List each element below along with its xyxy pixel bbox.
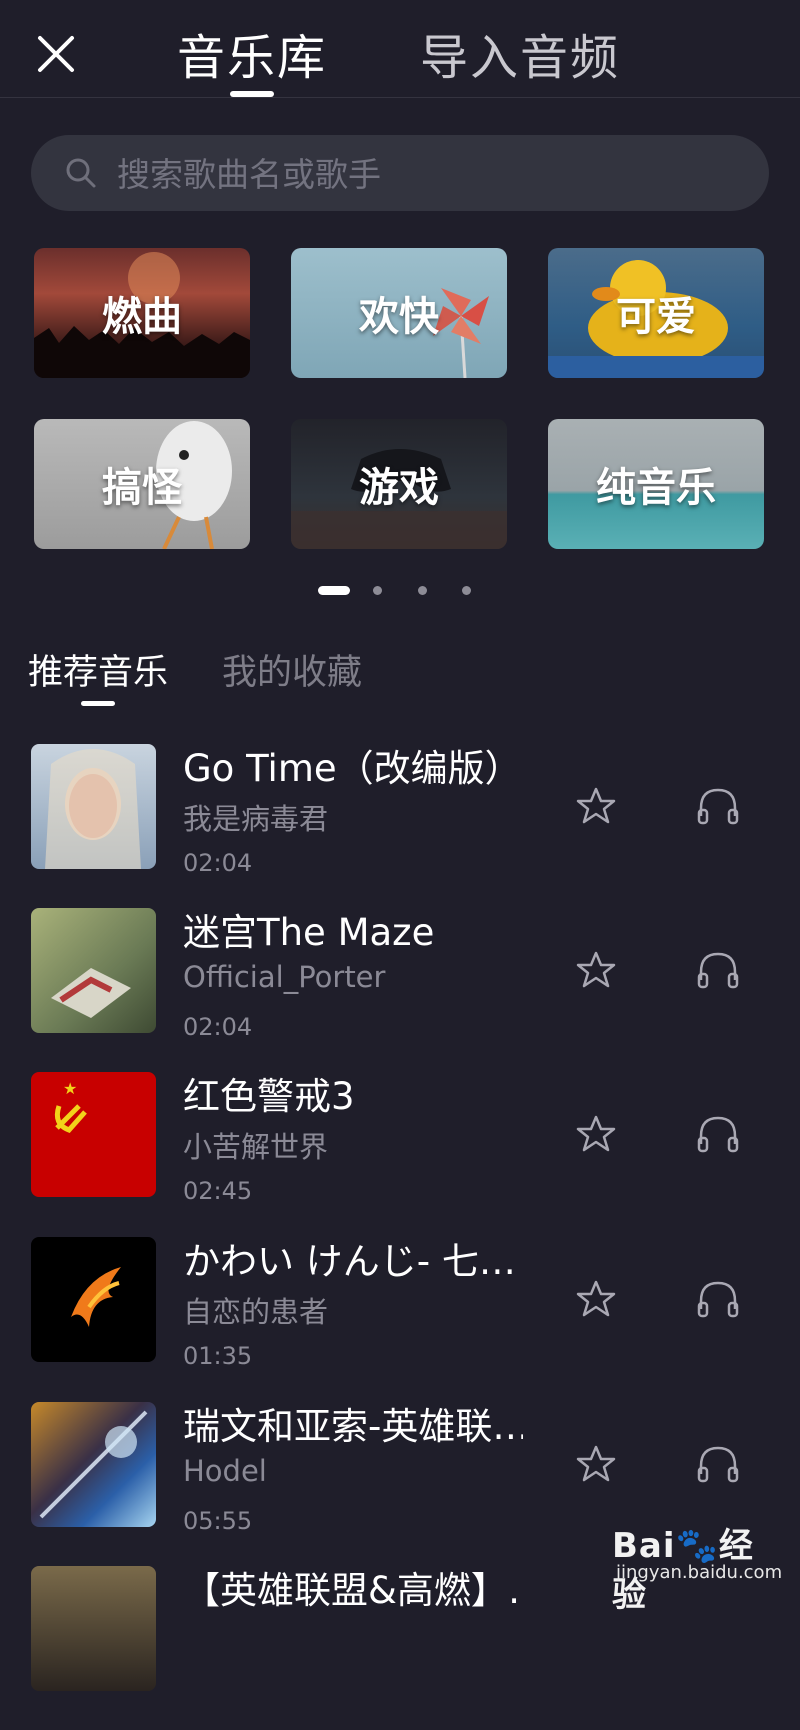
song-cover: [31, 1402, 156, 1527]
song-title: 瑞文和亚索-英雄联…: [183, 1405, 523, 1448]
star-icon[interactable]: [576, 1444, 616, 1484]
pager-dot-4[interactable]: [462, 586, 471, 595]
song-artist: Hodel: [183, 1454, 267, 1488]
tab-music-library[interactable]: 音乐库: [177, 18, 327, 88]
subtab-active-indicator: [81, 701, 115, 706]
pager-dot-3[interactable]: [418, 586, 427, 595]
top-bar: 音乐库 导入音频: [0, 0, 800, 98]
tab-recommended[interactable]: 推荐音乐: [28, 644, 168, 695]
song-artist: Official_Porter: [183, 960, 386, 994]
song-title: Go Time（改编版）: [183, 747, 522, 790]
song-artist: 自恋的患者: [183, 1295, 329, 1329]
star-icon[interactable]: [576, 1279, 616, 1319]
song-row[interactable]: Go Time（改编版） 我是病毒君 02:04: [0, 744, 800, 908]
category-instrumental[interactable]: 纯音乐: [548, 419, 764, 549]
category-burning[interactable]: 燃曲: [34, 248, 250, 378]
category-cute[interactable]: 可爱: [548, 248, 764, 378]
headphone-icon[interactable]: [696, 1444, 740, 1484]
song-title: 【英雄联盟&高燃】…: [183, 1569, 523, 1612]
song-duration: 05:55: [183, 1507, 253, 1535]
song-title: 迷宫The Maze: [183, 911, 435, 954]
star-icon[interactable]: [576, 1114, 616, 1154]
search-input[interactable]: [115, 145, 739, 203]
search-icon: [66, 158, 96, 188]
star-icon[interactable]: [576, 950, 616, 990]
song-cover: ★: [31, 1072, 156, 1197]
song-row[interactable]: 迷宫The Maze Official_Porter 02:04: [0, 908, 800, 1072]
category-label: 燃曲: [102, 294, 182, 340]
headphone-icon[interactable]: [696, 1114, 740, 1154]
pager-dot-2[interactable]: [373, 586, 382, 595]
category-pager: [0, 586, 800, 596]
headphone-icon[interactable]: [696, 950, 740, 990]
tab-favorites[interactable]: 我的收藏: [222, 644, 362, 695]
song-title: かわい けんじ- 七…: [183, 1240, 516, 1283]
song-duration: 01:35: [183, 1342, 253, 1370]
category-game[interactable]: 游戏: [291, 419, 507, 549]
category-label: 纯音乐: [596, 465, 716, 511]
baidu-jingyan-watermark: Bai🐾经验 jingyan.baidu.com: [612, 1518, 782, 1615]
song-cover: [31, 1566, 156, 1691]
song-duration: 02:04: [183, 1013, 253, 1041]
watermark-url: jingyan.baidu.com: [616, 1562, 783, 1583]
search-bar[interactable]: [31, 135, 769, 211]
close-icon[interactable]: [36, 34, 76, 74]
category-funny[interactable]: 搞怪: [34, 419, 250, 549]
category-label: 游戏: [359, 465, 439, 511]
song-cover: [31, 1237, 156, 1362]
song-cover: [31, 908, 156, 1033]
tab-active-indicator: [230, 91, 274, 97]
song-row[interactable]: かわい けんじ- 七… 自恋的患者 01:35: [0, 1237, 800, 1401]
star-icon[interactable]: [576, 786, 616, 826]
category-label: 搞怪: [102, 465, 182, 511]
song-artist: 我是病毒君: [183, 802, 329, 836]
song-row[interactable]: ★ 红色警戒3 小苦解世界 02:45: [0, 1072, 800, 1236]
song-title: 红色警戒3: [183, 1075, 355, 1118]
tab-import-audio[interactable]: 导入音频: [420, 18, 620, 88]
category-label: 可爱: [616, 294, 696, 340]
svg-text:★: ★: [63, 1079, 77, 1098]
headphone-icon[interactable]: [696, 786, 740, 826]
headphone-icon[interactable]: [696, 1279, 740, 1319]
song-duration: 02:45: [183, 1177, 253, 1205]
category-cheerful[interactable]: 欢快: [291, 248, 507, 378]
song-duration: 02:04: [183, 849, 253, 877]
song-cover: [31, 744, 156, 869]
song-artist: 小苦解世界: [183, 1130, 329, 1164]
pager-dot-1[interactable]: [318, 586, 350, 595]
category-label: 欢快: [359, 294, 439, 340]
